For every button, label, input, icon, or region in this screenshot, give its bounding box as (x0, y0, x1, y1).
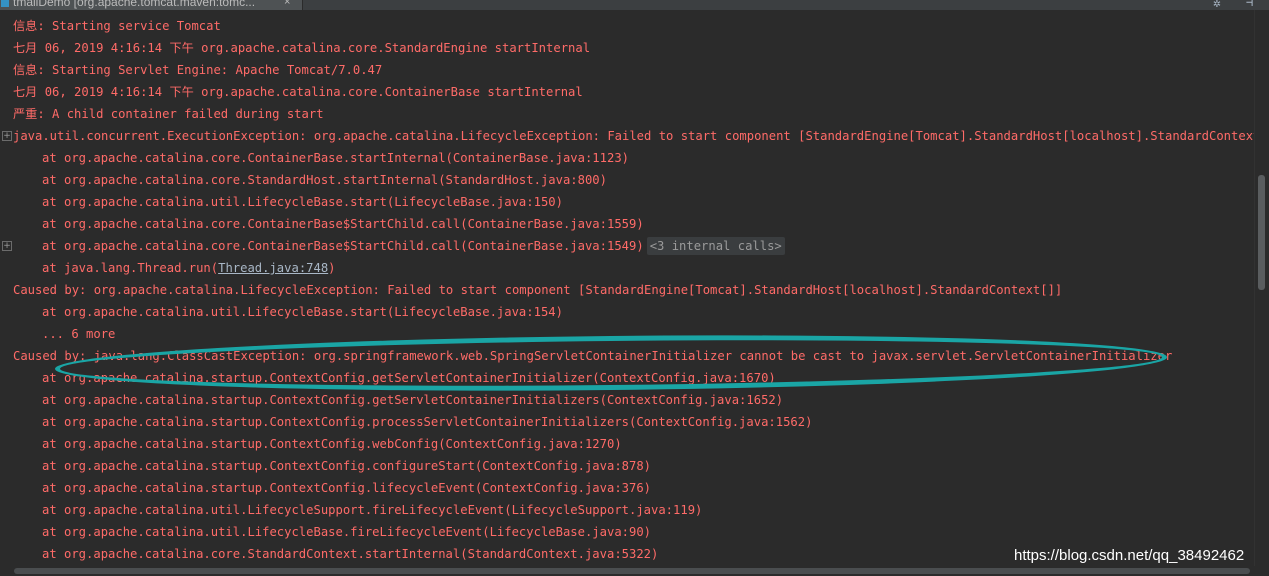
console-line-text: at org.apache.catalina.startup.ContextCo… (42, 389, 783, 411)
console-line: Caused by: java.lang.ClassCastException:… (0, 345, 1254, 367)
internal-calls-chip[interactable]: <3 internal calls> (646, 237, 785, 255)
console-line: + at org.apache.catalina.core.ContainerBa… (0, 235, 1254, 257)
horizontal-scroll-thumb[interactable] (14, 568, 1250, 574)
console-line: at java.lang.Thread.run(Thread.java:748) (0, 257, 1254, 279)
console-line-text: at java.lang.Thread.run(Thread.java:748) (42, 257, 336, 279)
console-line-text: Caused by: java.lang.ClassCastException:… (13, 345, 1172, 367)
console-line-text: 信息: Starting service Tomcat (13, 15, 221, 37)
gear-icon[interactable]: ✲ (1213, 0, 1221, 10)
console-line: at org.apache.catalina.startup.ContextCo… (0, 389, 1254, 411)
console-line: at org.apache.catalina.util.LifecycleBas… (0, 301, 1254, 323)
console-line-text: at org.apache.catalina.startup.ContextCo… (42, 477, 651, 499)
console-line-message: 严重: A child container failed during star… (13, 107, 324, 121)
console-line: at org.apache.catalina.startup.ContextCo… (0, 477, 1254, 499)
console-line: at org.apache.catalina.startup.ContextCo… (0, 367, 1254, 389)
run-tab-title: tmallDemo [org.apache.tomcat.maven:tomc.… (13, 0, 256, 9)
console-line-text: at org.apache.catalina.core.ContainerBas… (42, 147, 629, 169)
console-line: 信息: Starting Servlet Engine: Apache Tomc… (0, 59, 1254, 81)
console-line-suffix: ) (328, 261, 336, 275)
console-line-text: Caused by: org.apache.catalina.Lifecycle… (13, 279, 1062, 301)
console-line-text: at org.apache.catalina.util.LifecycleBas… (42, 521, 651, 543)
console-line: at org.apache.catalina.startup.ContextCo… (0, 455, 1254, 477)
console-line-text: at org.apache.catalina.core.StandardHost… (42, 169, 607, 191)
console-line-message: at org.apache.catalina.startup.ContextCo… (42, 459, 652, 473)
console-line: at org.apache.catalina.core.ContainerBas… (0, 213, 1254, 235)
console-line-message: at org.apache.catalina.util.LifecycleBas… (42, 525, 652, 539)
hide-icon[interactable]: ⊣ (1246, 0, 1253, 8)
console-line-text: at org.apache.catalina.util.LifecycleBas… (42, 191, 563, 213)
console-line-message: Caused by: org.apache.catalina.Lifecycle… (13, 283, 1063, 297)
console-line-text: 七月 06, 2019 4:16:14 下午 org.apache.catali… (13, 37, 590, 59)
console-line-message: at org.apache.catalina.util.LifecycleBas… (42, 305, 563, 319)
console-line: 七月 06, 2019 4:16:14 下午 org.apache.catali… (0, 81, 1254, 103)
console-line-message: 信息: Starting Servlet Engine: Apache Tomc… (13, 63, 383, 77)
console-line-message: at java.lang.Thread.run( (42, 261, 219, 275)
console-title-bar: tmallDemo [org.apache.tomcat.maven:tomc.… (0, 0, 1269, 10)
console-line-text: at org.apache.catalina.core.ContainerBas… (42, 213, 644, 235)
console-line: at org.apache.catalina.startup.ContextCo… (0, 411, 1254, 433)
vertical-scroll-thumb[interactable] (1258, 175, 1265, 290)
console-line-message: at org.apache.catalina.startup.ContextCo… (42, 415, 813, 429)
vertical-scrollbar[interactable] (1254, 10, 1269, 566)
console-line-text: 信息: Starting Servlet Engine: Apache Tomc… (13, 59, 382, 81)
console-line-message: at org.apache.catalina.startup.ContextCo… (42, 393, 784, 407)
console-line-text: ... 6 more (42, 323, 115, 345)
console-line-text: 严重: A child container failed during star… (13, 103, 324, 125)
run-config-icon (1, 0, 9, 7)
console-line-text: at org.apache.catalina.util.LifecycleSup… (42, 499, 702, 521)
console-line-text: java.util.concurrent.ExecutionException:… (13, 125, 1254, 147)
console-line-text: at org.apache.catalina.startup.ContextCo… (42, 367, 776, 389)
console-line: at org.apache.catalina.util.LifecycleSup… (0, 499, 1254, 521)
expand-icon[interactable]: + (2, 241, 12, 251)
console-line: at org.apache.catalina.startup.ContextCo… (0, 433, 1254, 455)
console-line-message: at org.apache.catalina.core.ContainerBas… (42, 217, 644, 231)
console-line-message: at org.apache.catalina.core.StandardCont… (42, 547, 659, 561)
console-line: Caused by: org.apache.catalina.Lifecycle… (0, 279, 1254, 301)
console-line-text: 七月 06, 2019 4:16:14 下午 org.apache.catali… (13, 81, 583, 103)
console-line-text: at org.apache.catalina.startup.ContextCo… (42, 433, 622, 455)
console-line-message: Caused by: java.lang.ClassCastException:… (13, 349, 1173, 363)
watermark: https://blog.csdn.net/qq_38492462 (1014, 547, 1245, 564)
console-line: 严重: A child container failed during star… (0, 103, 1254, 125)
console-line-text: at org.apache.catalina.core.StandardCont… (42, 543, 658, 565)
console-line-text: at org.apache.catalina.startup.ContextCo… (42, 455, 651, 477)
console-line-message: at org.apache.catalina.util.LifecycleBas… (42, 195, 563, 209)
console-line: at org.apache.catalina.util.LifecycleBas… (0, 521, 1254, 543)
console-line-message: java.util.concurrent.ExecutionException:… (13, 129, 1254, 143)
console-line-message: at org.apache.catalina.startup.ContextCo… (42, 437, 622, 451)
console-line-message: at org.apache.catalina.core.ContainerBas… (42, 239, 644, 253)
console-line-message: 信息: Starting service Tomcat (13, 19, 221, 33)
expand-icon[interactable]: + (2, 131, 12, 141)
console-line-text: at org.apache.catalina.core.ContainerBas… (42, 235, 785, 257)
console-line: at org.apache.catalina.core.ContainerBas… (0, 147, 1254, 169)
console-line-text: at org.apache.catalina.startup.ContextCo… (42, 411, 812, 433)
console-line-message: at org.apache.catalina.core.ContainerBas… (42, 151, 629, 165)
console-line: at org.apache.catalina.util.LifecycleBas… (0, 191, 1254, 213)
console-line-text: at org.apache.catalina.util.LifecycleBas… (42, 301, 563, 323)
console-line-message: 七月 06, 2019 4:16:14 下午 org.apache.catali… (13, 41, 591, 55)
console-line-message: 七月 06, 2019 4:16:14 下午 org.apache.catali… (13, 85, 583, 99)
console-line: at org.apache.catalina.core.StandardHost… (0, 169, 1254, 191)
console-line-message: ... 6 more (42, 327, 116, 341)
close-icon[interactable]: × (284, 0, 290, 10)
horizontal-scrollbar[interactable] (0, 566, 1269, 576)
console-line: 七月 06, 2019 4:16:14 下午 org.apache.catali… (0, 37, 1254, 59)
console-output[interactable]: 信息: Starting service Tomcat 七月 06, 2019 4… (0, 10, 1254, 566)
console-line: ... 6 more (0, 323, 1254, 345)
console-line: 信息: Starting service Tomcat (0, 15, 1254, 37)
console-line-message: at org.apache.catalina.startup.ContextCo… (42, 481, 652, 495)
console-line: + java.util.concurrent.ExecutionException… (0, 125, 1254, 147)
run-tab[interactable]: tmallDemo [org.apache.tomcat.maven:tomc.… (0, 0, 303, 10)
console-line-message: at org.apache.catalina.core.StandardHost… (42, 173, 607, 187)
console-line-message: at org.apache.catalina.util.LifecycleSup… (42, 503, 703, 517)
console-line-message: at org.apache.catalina.startup.ContextCo… (42, 371, 776, 385)
source-link[interactable]: Thread.java:748 (218, 261, 328, 275)
